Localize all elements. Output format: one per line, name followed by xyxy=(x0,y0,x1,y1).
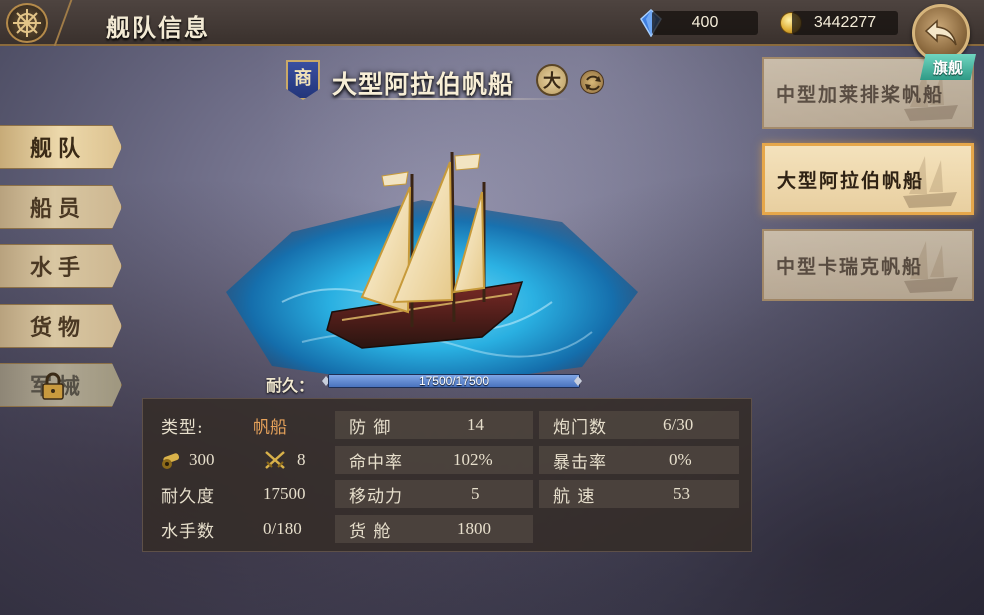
nav-tab-label: 舰队 xyxy=(30,136,87,162)
stat-label: 炮门数 xyxy=(553,417,607,438)
nav-tab-fleet[interactable]: 舰队 xyxy=(0,125,122,169)
fleet-ship-name: 中型加莱排桨帆船 xyxy=(776,83,945,106)
stat-sailors: 水手数 0/180 xyxy=(143,515,333,543)
stat-mobility: 移动力 5 xyxy=(335,480,533,508)
ship-name: 大型阿拉伯帆船 xyxy=(332,70,515,99)
stat-label: 航 速 xyxy=(553,486,596,507)
stat-value: 6/30 xyxy=(663,415,694,434)
stat-label: 移动力 xyxy=(349,486,403,507)
stat-value: 17500 xyxy=(263,484,306,503)
page-title: 舰队信息 xyxy=(106,13,210,42)
back-button[interactable] xyxy=(912,4,970,62)
fleet-ship-name: 大型阿拉伯帆船 xyxy=(777,169,925,192)
nav-tab-label: 货物 xyxy=(30,315,87,341)
stat-value: 53 xyxy=(673,484,690,503)
stat-gunports: 炮门数 6/30 xyxy=(539,411,739,439)
stat-speed: 航 速 53 xyxy=(539,480,739,508)
stat-type: 类型: 帆船 xyxy=(143,411,333,439)
ship-helm-icon[interactable] xyxy=(6,3,48,43)
stat-label: 水手数 xyxy=(161,521,215,542)
durability-label: 耐久： xyxy=(266,376,315,395)
stat-label: 耐久度 xyxy=(161,486,215,507)
gold-count: 3442277 xyxy=(792,11,898,35)
stat-value: 帆船 xyxy=(253,417,287,437)
stat-value: 0/180 xyxy=(263,519,302,538)
ship-title-bar: 商 大型阿拉伯帆船 大 xyxy=(286,58,616,102)
stat-durability: 耐久度 17500 xyxy=(143,480,333,508)
stat-cargo: 货 舱 1800 xyxy=(335,515,533,543)
title-divider xyxy=(53,0,91,46)
stat-value: 102% xyxy=(453,450,493,469)
cannon-icon xyxy=(162,453,180,469)
durability-bar: 17500/17500 xyxy=(328,374,580,388)
stat-cannon: 300 8 xyxy=(143,446,333,474)
stat-value: 1800 xyxy=(457,519,491,538)
title-underline xyxy=(330,98,570,100)
back-arrow-icon xyxy=(924,19,957,46)
durability-text: 17500/17500 xyxy=(418,374,490,388)
top-bar: 舰队信息 400 3442277 xyxy=(0,0,984,46)
gem-count: 400 xyxy=(652,11,758,35)
merchant-badge: 商 xyxy=(286,60,320,100)
lock-icon xyxy=(40,372,66,400)
fleet-ship-card[interactable]: 大型阿拉伯帆船 xyxy=(762,143,974,215)
stat-value: 8 xyxy=(297,450,306,469)
nav-tab-armory[interactable]: 军械 xyxy=(0,363,122,407)
stat-label: 防 御 xyxy=(349,417,392,438)
stat-label: 暴击率 xyxy=(553,452,607,473)
nav-tab-crew[interactable]: 船员 xyxy=(0,185,122,229)
stat-value: 14 xyxy=(467,415,484,434)
nav-tab-cargo[interactable]: 货物 xyxy=(0,304,122,348)
flagship-tag: 旗舰 xyxy=(920,54,976,80)
stat-value: 0% xyxy=(669,450,692,469)
stat-crit: 暴击率 0% xyxy=(539,446,739,474)
ship-model-viewer[interactable] xyxy=(222,151,642,392)
nav-tab-label: 水手 xyxy=(30,255,87,281)
nav-tab-sailors[interactable]: 水手 xyxy=(0,244,122,288)
stat-value: 5 xyxy=(471,484,480,503)
fleet-ship-card[interactable]: 中型卡瑞克帆船 xyxy=(762,229,974,301)
crossed-swords-icon xyxy=(265,451,285,469)
stat-label: 货 舱 xyxy=(349,521,392,542)
switch-ship-icon[interactable] xyxy=(580,70,604,94)
stat-label: 命中率 xyxy=(349,452,403,473)
stat-label: 类型: xyxy=(161,417,204,438)
size-badge: 大 xyxy=(536,64,568,96)
stat-defense: 防 御 14 xyxy=(335,411,533,439)
fleet-ship-name: 中型卡瑞克帆船 xyxy=(776,255,924,278)
ship-stats-panel: 类型: 帆船 300 8 耐久度 17500 水手数 0/180 防 御 14 … xyxy=(142,398,752,552)
stat-value: 300 xyxy=(189,450,215,469)
nav-tab-label: 船员 xyxy=(30,196,87,222)
stat-accuracy: 命中率 102% xyxy=(335,446,533,474)
